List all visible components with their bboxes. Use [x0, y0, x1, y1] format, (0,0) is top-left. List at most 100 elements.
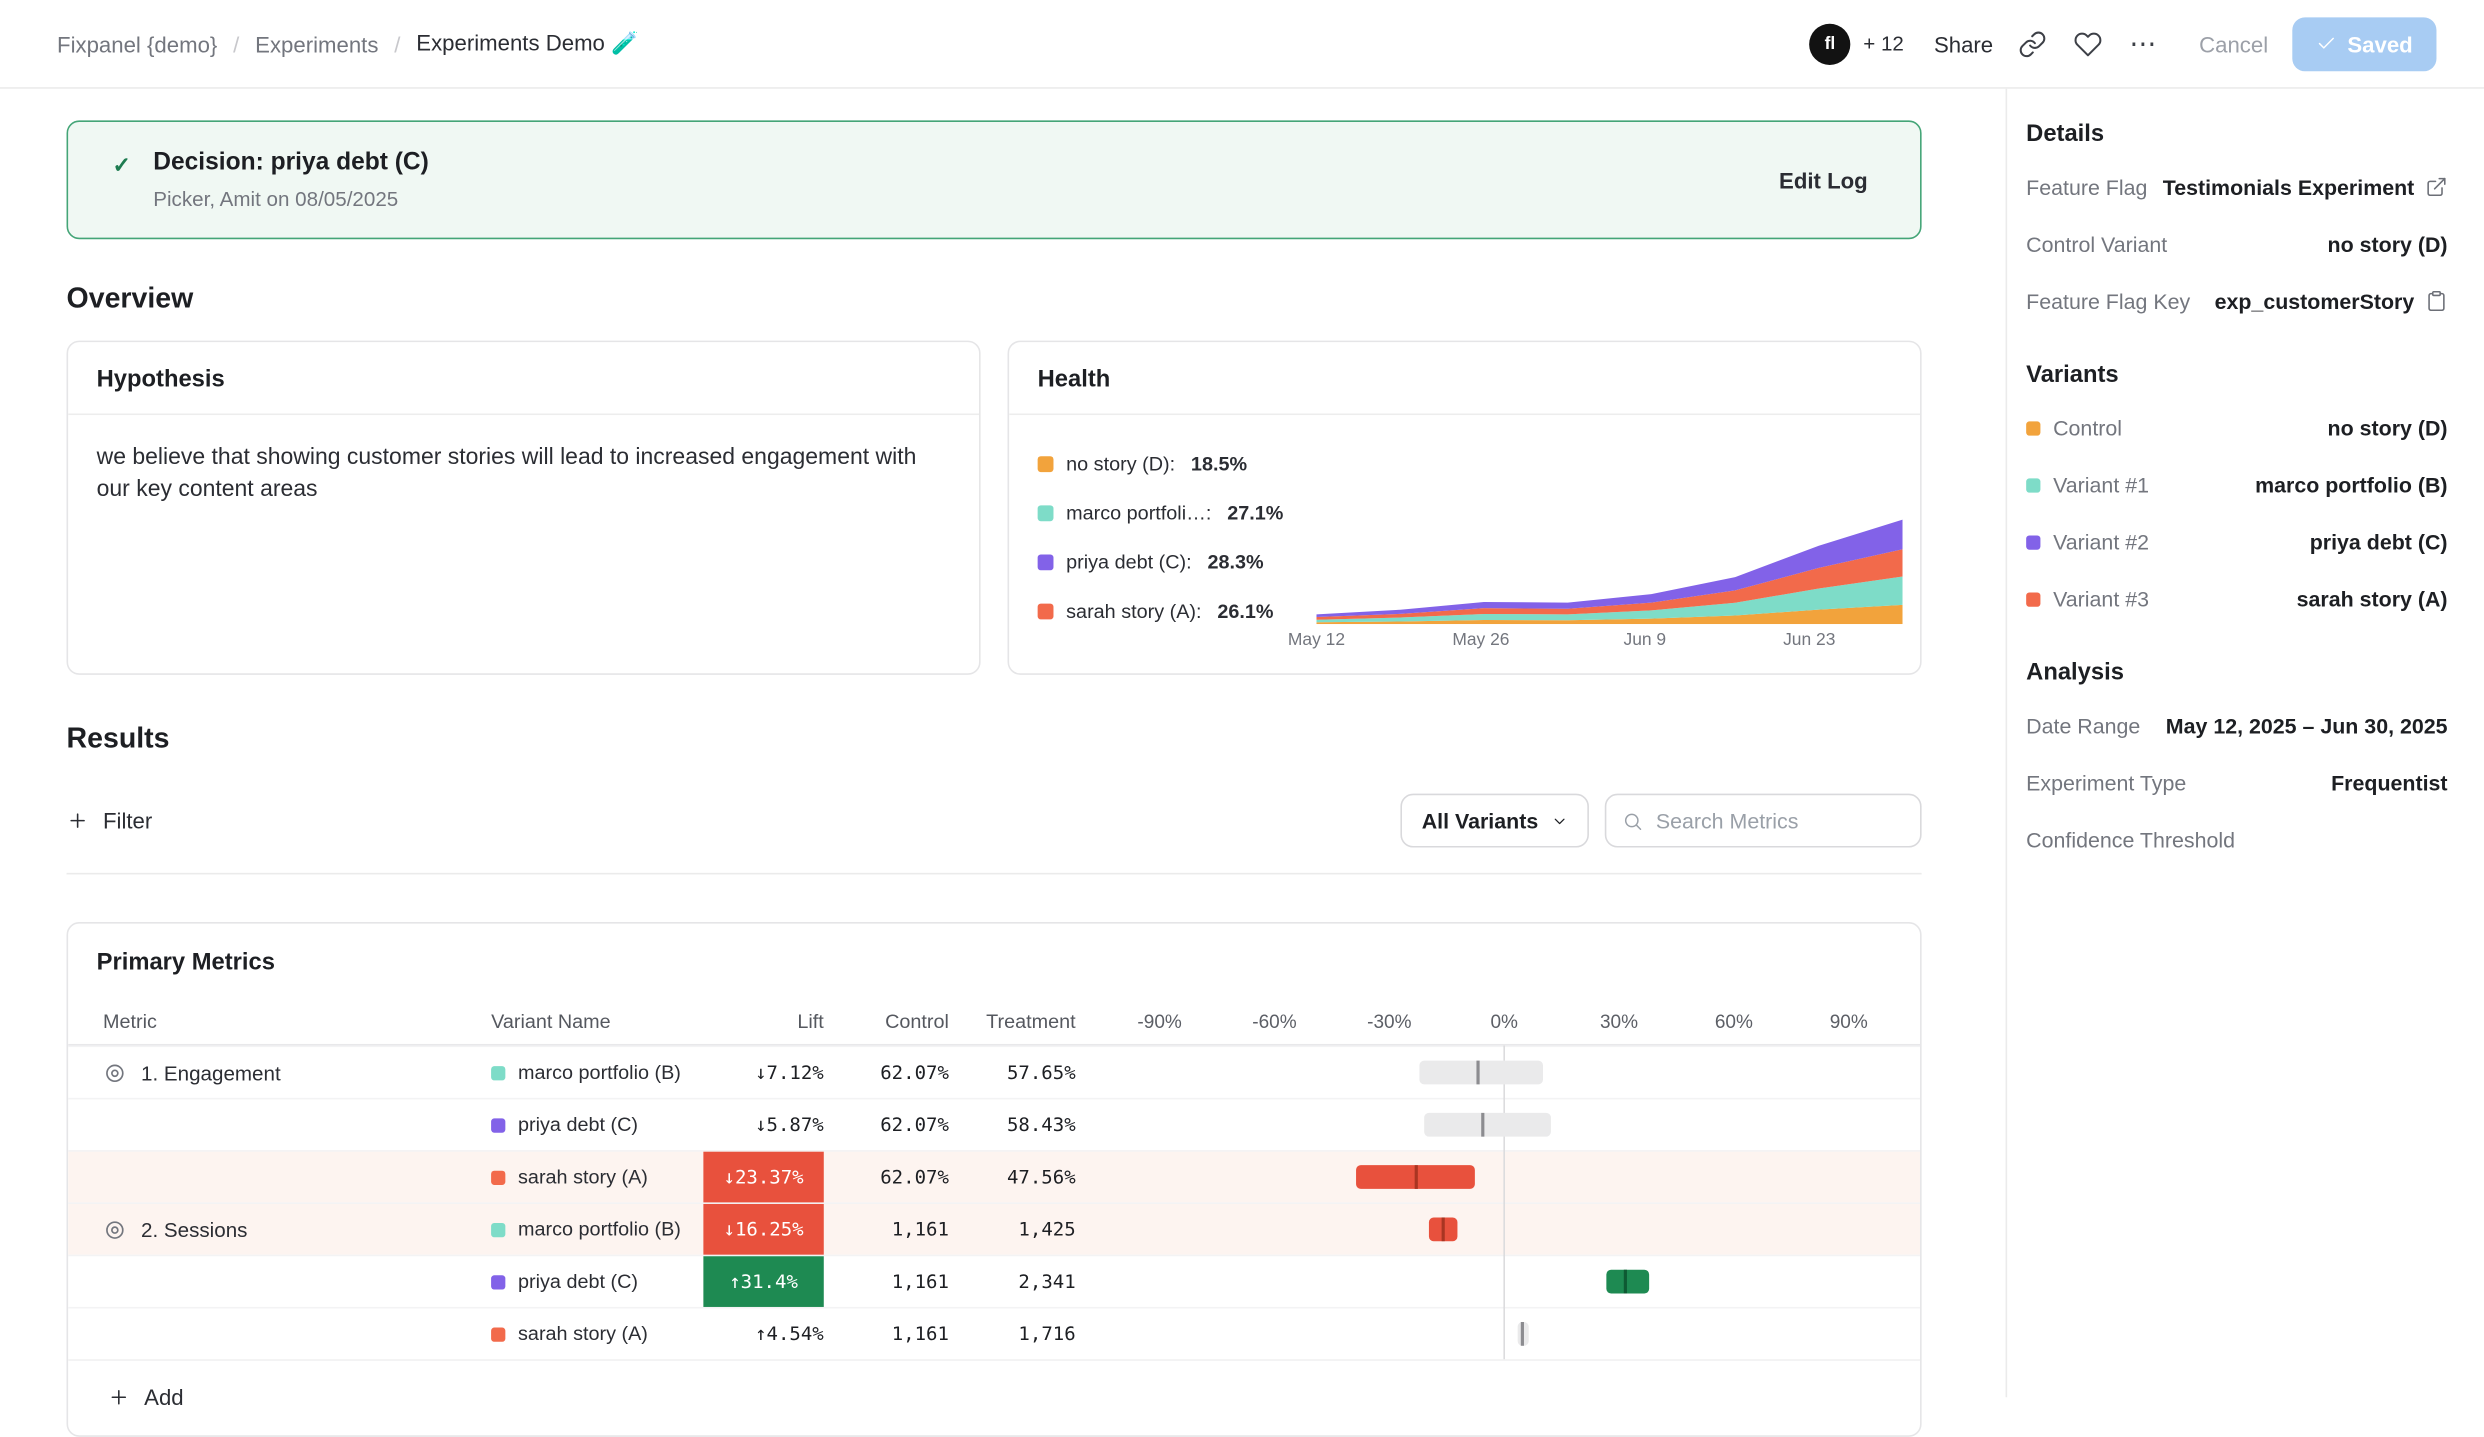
saved-button-label: Saved [2347, 31, 2412, 56]
results-heading: Results [67, 722, 1922, 755]
axis-tick: 30% [1600, 1010, 1638, 1032]
health-stacked-area-chart: May 12 May 26 Jun 9 Jun 23 [1313, 431, 1894, 665]
variant-swatch [491, 1065, 505, 1079]
legend-item: priya debt (C): 28.3% [1038, 551, 1307, 573]
confidence-interval-bar [1430, 1217, 1459, 1241]
analysis-heading: Analysis [2026, 659, 2447, 686]
variants-dropdown-label: All Variants [1422, 809, 1539, 833]
analysis-value: May 12, 2025 – Jun 30, 2025 [2166, 714, 2448, 738]
topbar: Fixpanel {demo} / Experiments / Experime… [0, 0, 2484, 89]
variant-value: sarah story (A) [2297, 587, 2448, 611]
health-x-axis: May 12 May 26 Jun 9 Jun 23 [1316, 631, 1891, 653]
check-icon [2316, 33, 2337, 54]
axis-tick: 90% [1830, 1010, 1868, 1032]
variant-row: Control no story (D) [2026, 399, 2447, 456]
variant-value: priya debt (C) [2310, 530, 2448, 554]
variant-swatch [491, 1118, 505, 1132]
cancel-button[interactable]: Cancel [2199, 31, 2268, 56]
legend-item: sarah story (A): 26.1% [1038, 600, 1307, 622]
main-content: ✓ Decision: priya debt (C) Picker, Amit … [0, 89, 2006, 1398]
column-header-treatment: Treatment [949, 1010, 1076, 1032]
legend-item: marco portfoli…: 27.1% [1038, 502, 1307, 524]
decision-title: Decision: priya debt (C) [153, 149, 429, 178]
add-metric-button[interactable]: Add [68, 1359, 1920, 1435]
table-body: 1. Engagement marco portfolio (B) ↓7.12%… [68, 1046, 1920, 1360]
add-filter-button[interactable]: Filter [67, 808, 153, 833]
detail-value: Testimonials Experiment [2163, 175, 2415, 199]
more-options-icon[interactable]: ⋯ [2128, 28, 2160, 60]
variant-row: Variant #3 sarah story (A) [2026, 570, 2447, 627]
treatment-value: 1,716 [949, 1309, 1076, 1360]
hypothesis-body: we believe that showing customer stories… [68, 415, 963, 533]
detail-label: Control Variant [2026, 232, 2167, 256]
edit-log-button[interactable]: Edit Log [1779, 167, 1868, 192]
variants-heading: Variants [2026, 361, 2447, 388]
add-label: Add [144, 1385, 183, 1410]
detail-row-feature-flag-key: Feature Flag Key exp_customerStory [2026, 272, 2447, 329]
column-header-lift: Lift [703, 1010, 823, 1032]
favorite-heart-icon[interactable] [2072, 28, 2104, 60]
variants-dropdown[interactable]: All Variants [1401, 794, 1589, 848]
external-link-icon[interactable] [2425, 176, 2447, 198]
detail-value: exp_customerStory [2215, 289, 2415, 313]
analysis-label: Date Range [2026, 714, 2140, 738]
health-legend: no story (D): 18.5% marco portfoli…: 27.… [1038, 431, 1307, 665]
variant-label: Variant #2 [2053, 530, 2149, 554]
saved-button[interactable]: Saved [2292, 17, 2437, 71]
link-icon[interactable] [2017, 28, 2049, 60]
metric-goal-icon [103, 1217, 127, 1241]
control-value: 1,161 [824, 1309, 949, 1360]
lift-tick [1482, 1113, 1485, 1137]
avatar[interactable]: fl [1809, 23, 1850, 64]
decision-check-icon: ✓ [112, 152, 131, 179]
variant-value: marco portfolio (B) [2255, 473, 2447, 497]
variant-label: Variant #3 [2053, 587, 2149, 611]
variant-swatch [491, 1222, 505, 1236]
clipboard-copy-icon[interactable] [2425, 290, 2447, 312]
variant-name: marco portfolio (B) [518, 1061, 681, 1083]
health-chart-svg [1316, 516, 1902, 624]
metrics-search [1605, 794, 1922, 848]
details-sidebar: Details Feature Flag Testimonials Experi… [2006, 89, 2484, 1398]
breadcrumb: Fixpanel {demo} / Experiments / Experime… [57, 30, 639, 57]
treatment-value: 1,425 [949, 1204, 1076, 1255]
table-row[interactable]: sarah story (A) ↓23.37% 62.07% 47.56% [68, 1150, 1920, 1202]
search-metrics-input[interactable] [1656, 809, 1904, 833]
analysis-row-experiment-type: Experiment Type Frequentist [2026, 754, 2447, 811]
variant-name: sarah story (A) [518, 1323, 648, 1345]
confidence-interval-bar [1420, 1061, 1543, 1085]
health-title: Health [1009, 342, 1920, 415]
variant-label: Control [2053, 416, 2122, 440]
detail-row-feature-flag: Feature Flag Testimonials Experiment [2026, 158, 2447, 215]
breadcrumb-current: Experiments Demo 🧪 [416, 30, 638, 57]
axis-tick: 0% [1490, 1010, 1517, 1032]
share-button[interactable]: Share [1934, 31, 1993, 56]
variant-row: Variant #1 marco portfolio (B) [2026, 456, 2447, 513]
table-row[interactable]: priya debt (C) ↑31.4% 1,161 2,341 [68, 1255, 1920, 1307]
legend-value: 28.3% [1207, 551, 1263, 573]
primary-metrics-title: Primary Metrics [68, 924, 1920, 998]
variant-swatch [2026, 535, 2040, 549]
axis-tick: -90% [1137, 1010, 1181, 1032]
experiment-page: Fixpanel {demo} / Experiments / Experime… [0, 0, 2484, 1397]
variant-row: Variant #2 priya debt (C) [2026, 513, 2447, 570]
variant-swatch [2026, 421, 2040, 435]
table-row[interactable]: 2. Sessions marco portfolio (B) ↓16.25% … [68, 1202, 1920, 1254]
lift-tick [1415, 1165, 1418, 1189]
plus-icon [108, 1386, 130, 1408]
table-row[interactable]: 1. Engagement marco portfolio (B) ↓7.12%… [68, 1046, 1920, 1098]
analysis-value: Frequentist [2331, 771, 2447, 795]
x-axis-label: May 12 [1288, 631, 1345, 650]
analysis-row-date-range: Date Range May 12, 2025 – Jun 30, 2025 [2026, 697, 2447, 754]
collaborators-count[interactable]: + 12 [1863, 32, 1904, 56]
lift-value: ↓7.12% [703, 1047, 823, 1098]
column-header-variant: Variant Name [491, 1010, 703, 1032]
column-header-control: Control [824, 1010, 949, 1032]
breadcrumb-workspace[interactable]: Fixpanel {demo} [57, 31, 217, 56]
table-row[interactable]: sarah story (A) ↑4.54% 1,161 1,716 [68, 1307, 1920, 1359]
table-row[interactable]: priya debt (C) ↓5.87% 62.07% 58.43% [68, 1098, 1920, 1150]
decision-banner: ✓ Decision: priya debt (C) Picker, Amit … [67, 120, 1922, 239]
legend-value: 18.5% [1191, 453, 1247, 475]
breadcrumb-experiments[interactable]: Experiments [255, 31, 378, 56]
confidence-interval-bar [1424, 1113, 1550, 1137]
